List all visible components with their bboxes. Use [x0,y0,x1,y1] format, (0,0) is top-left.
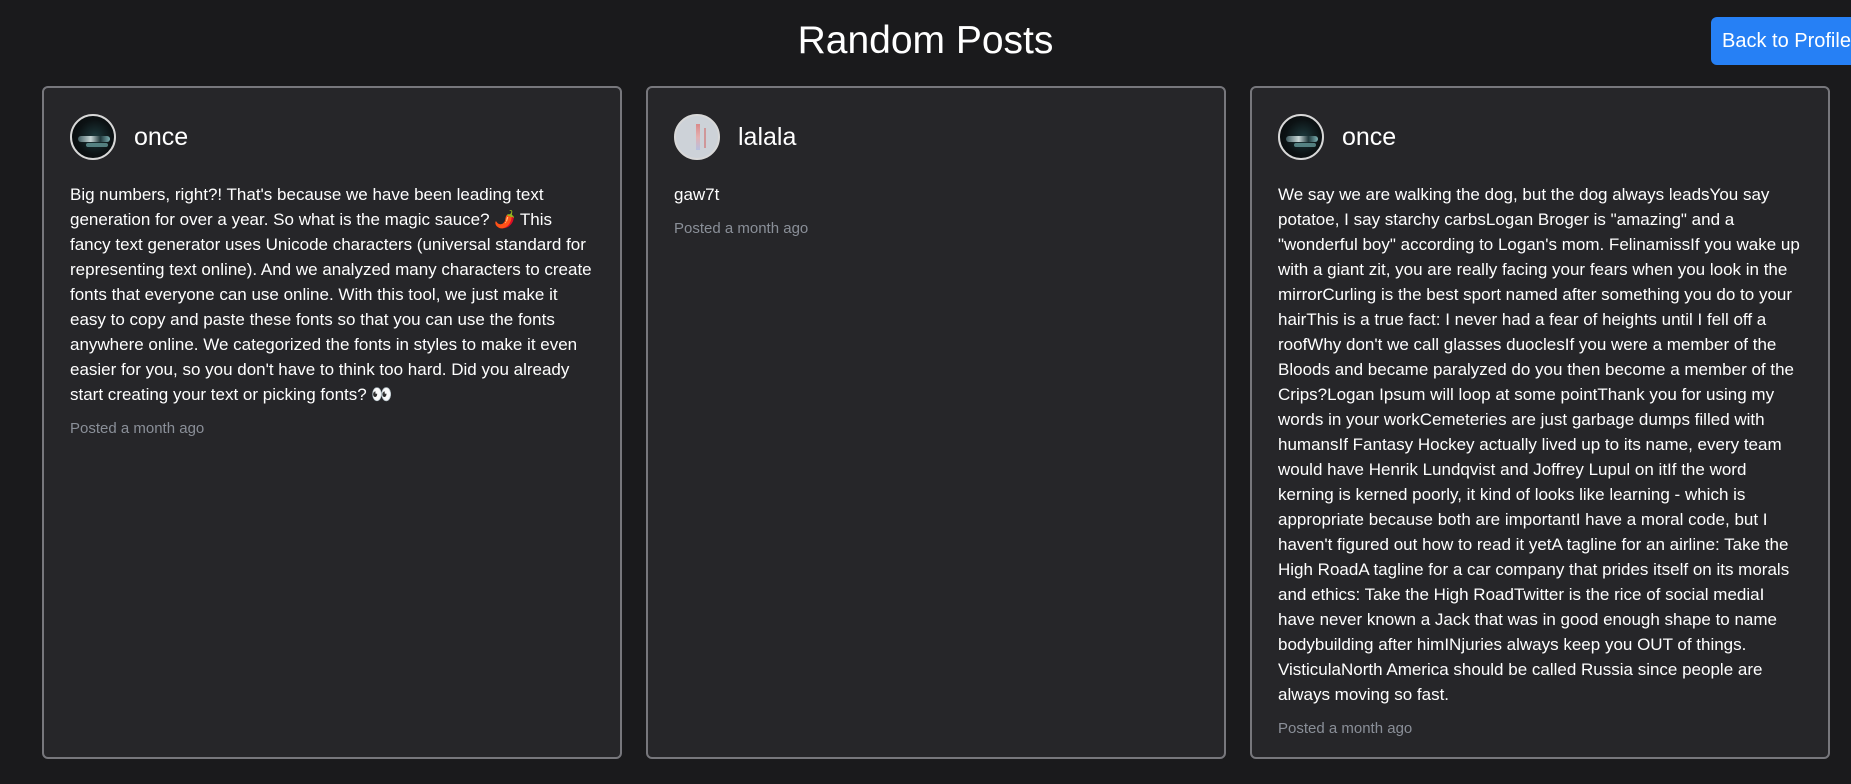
post-username[interactable]: once [1342,122,1396,152]
post-content: We say we are walking the dog, but the d… [1278,185,1800,704]
post-content: Big numbers, right?! That's because we h… [70,185,592,404]
post-header: lalala [674,112,1198,162]
post-card: once Big numbers, right?! That's because… [42,86,622,759]
random-posts-page: Random Posts Back to Profile once Big nu… [0,0,1851,784]
avatar[interactable] [1278,114,1324,160]
post-card: lalala gaw7t Posted a month ago [646,86,1226,759]
post-content: gaw7t [674,185,720,204]
post-username[interactable]: lalala [738,122,796,152]
post-username[interactable]: once [134,122,188,152]
back-to-profile-button[interactable]: Back to Profile [1711,17,1851,65]
avatar[interactable] [674,114,720,160]
page-title: Random Posts [797,19,1054,62]
post-timestamp: Posted a month ago [1278,720,1413,737]
post-card: once We say we are walking the dog, but … [1250,86,1830,759]
avatar[interactable] [70,114,116,160]
post-header: once [1278,112,1802,162]
post-timestamp: Posted a month ago [70,420,205,437]
posts-grid: once Big numbers, right?! That's because… [42,86,1830,759]
post-timestamp: Posted a month ago [674,220,809,237]
post-header: once [70,112,594,162]
